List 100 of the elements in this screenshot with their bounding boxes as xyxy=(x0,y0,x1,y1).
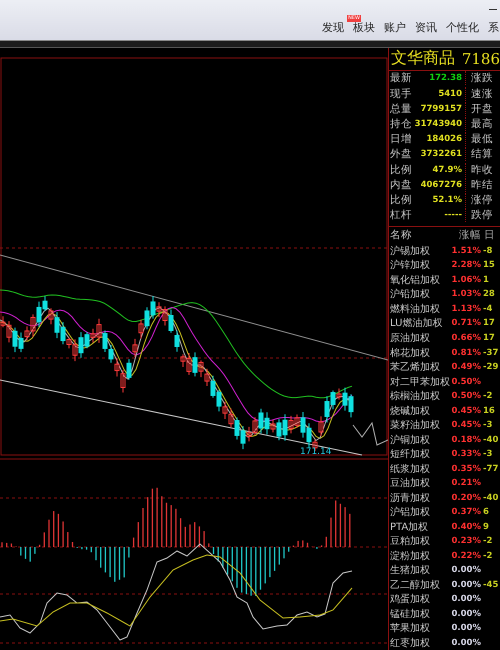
contract-name[interactable]: 生猪加权 xyxy=(389,563,450,578)
quote-value: 5410 xyxy=(437,88,463,99)
change-percent: 1.13% xyxy=(450,304,481,314)
menu-item[interactable]: 账户 xyxy=(384,20,406,34)
quote-value: 7799157 xyxy=(420,104,463,114)
change-percent: 0.20% xyxy=(450,492,481,503)
contract-name[interactable]: 原油加权 xyxy=(389,331,450,345)
change-percent: 1.06% xyxy=(450,274,481,285)
quote-value: 47.9% xyxy=(432,164,463,175)
table-cell-text: 6 xyxy=(482,507,490,518)
quote-label: 昨收 xyxy=(465,162,500,177)
price-label: 171.14 xyxy=(300,447,332,457)
menu-item[interactable]: 资讯 xyxy=(415,20,437,34)
quote-label: 开盘 xyxy=(465,102,500,116)
contract-name[interactable]: PTA加权 xyxy=(389,520,450,534)
table-cell-text: 15 xyxy=(482,260,496,270)
change-percent: 0.22% xyxy=(450,550,481,561)
minimize-icon[interactable] xyxy=(489,8,497,10)
quote-value: 52.1% xyxy=(432,194,463,205)
contract-name[interactable]: 豆粕加权 xyxy=(389,534,450,548)
change-percent: 0.23% xyxy=(450,536,481,546)
change-percent: 0.49% xyxy=(450,362,481,372)
change-percent: 0.00% xyxy=(450,638,481,648)
table-cell-text: 16 xyxy=(482,406,496,416)
table-cell-text: 9 xyxy=(482,522,490,532)
change-percent: 0.50% xyxy=(450,376,481,387)
change-percent: 1.51% xyxy=(450,246,481,256)
change-percent: 1.03% xyxy=(450,289,481,300)
table-cell-text: -37 xyxy=(482,348,499,358)
contract-name[interactable]: 乙二醇加权 xyxy=(389,578,450,592)
quote-label: 昨结 xyxy=(465,178,500,192)
contract-name[interactable]: LU燃油加权 xyxy=(389,316,450,330)
quote-label: 外盘 xyxy=(389,147,412,162)
change-percent: 0.45% xyxy=(450,420,481,430)
table-cell-text: -3 xyxy=(482,420,494,430)
table-cell-text: -2 xyxy=(482,550,494,561)
table-cell-text: 17 xyxy=(482,318,496,328)
menu-item[interactable]: 板块 xyxy=(353,20,375,34)
contract-name[interactable]: 沪铜加权 xyxy=(389,432,450,447)
change-percent: 0.00% xyxy=(450,608,481,619)
change-percent: 0.37% xyxy=(450,507,481,518)
contract-name[interactable]: 沪铝加权 xyxy=(389,505,450,520)
change-percent: 0.71% xyxy=(450,318,481,328)
contract-name[interactable]: 苹果加权 xyxy=(389,621,450,636)
column-header[interactable]: 名称 xyxy=(389,228,450,242)
quote-label: 涨停 xyxy=(465,192,500,207)
quote-label: 跌停 xyxy=(465,208,500,222)
table-cell-text: 17 xyxy=(482,333,496,343)
contract-name[interactable]: 鸡蛋加权 xyxy=(389,592,450,606)
menu-item[interactable]: 系 xyxy=(488,20,499,34)
change-percent: 0.18% xyxy=(450,434,481,445)
contract-name[interactable]: 沪锌加权 xyxy=(389,258,450,272)
quote-label: 杠杆 xyxy=(389,208,412,222)
table-cell-text: -2 xyxy=(482,391,494,402)
table-cell-text: -3 xyxy=(482,449,494,460)
change-percent: 0.00% xyxy=(450,594,481,604)
column-header[interactable]: 涨幅 xyxy=(450,228,481,242)
contract-name[interactable]: 沪锡加权 xyxy=(389,244,450,258)
change-percent: 0.21% xyxy=(450,478,481,488)
quote-label: 结算 xyxy=(465,147,500,162)
contract-name[interactable]: 苯乙烯加权 xyxy=(389,360,450,374)
contract-name[interactable]: 烧碱加权 xyxy=(389,404,450,418)
quote-label: 总量 xyxy=(389,102,412,116)
change-percent: 0.35% xyxy=(450,464,481,474)
table-cell-text: -29 xyxy=(482,362,499,372)
contract-name[interactable]: 沪铅加权 xyxy=(389,287,450,302)
contract-name[interactable]: 菜籽油加权 xyxy=(389,418,450,432)
contract-name[interactable]: 沥青加权 xyxy=(389,490,450,505)
contract-name[interactable]: 燃料油加权 xyxy=(389,302,450,316)
contract-name[interactable]: 棉花加权 xyxy=(389,346,450,360)
quote-value: 4067276 xyxy=(420,180,463,190)
quote-value: ----- xyxy=(443,210,463,220)
contract-name[interactable]: 淀粉加权 xyxy=(389,548,450,563)
change-percent: 2.28% xyxy=(450,260,481,270)
quote-value: 172.38 xyxy=(428,73,463,84)
table-cell-text: -40 xyxy=(482,434,499,445)
contract-name[interactable]: 短纤加权 xyxy=(389,447,450,462)
contract-name[interactable]: 豆油加权 xyxy=(389,476,450,490)
quote-label: 速涨 xyxy=(465,86,500,101)
table-cell-text: -4 xyxy=(482,304,494,314)
table-cell-text: -8 xyxy=(482,246,494,256)
contract-name[interactable]: 红枣加权 xyxy=(389,636,450,650)
table-cell-text: -40 xyxy=(482,492,499,503)
quote-label: 最新 xyxy=(389,71,412,86)
change-percent: 0.50% xyxy=(450,391,481,402)
quote-label: 涨跌 xyxy=(465,71,500,86)
change-percent: 0.45% xyxy=(450,406,481,416)
change-percent: 0.00% xyxy=(450,580,481,590)
contract-name[interactable]: 纸浆加权 xyxy=(389,462,450,476)
column-header[interactable]: 日 xyxy=(481,228,499,242)
contract-name[interactable]: 棕榈油加权 xyxy=(389,389,450,404)
forecast-line xyxy=(352,422,388,446)
menu-item[interactable]: 个性化 xyxy=(446,20,479,34)
quote-label: 最高 xyxy=(465,117,500,132)
quote-label: 持仓 xyxy=(389,117,412,132)
contract-name[interactable]: 对二甲苯加权 xyxy=(389,374,450,389)
contract-name[interactable]: 锰硅加权 xyxy=(389,606,450,621)
table-cell-text: -45 xyxy=(482,580,499,590)
quote-label: 比例 xyxy=(389,192,412,207)
contract-name[interactable]: 氧化铝加权 xyxy=(389,272,450,287)
